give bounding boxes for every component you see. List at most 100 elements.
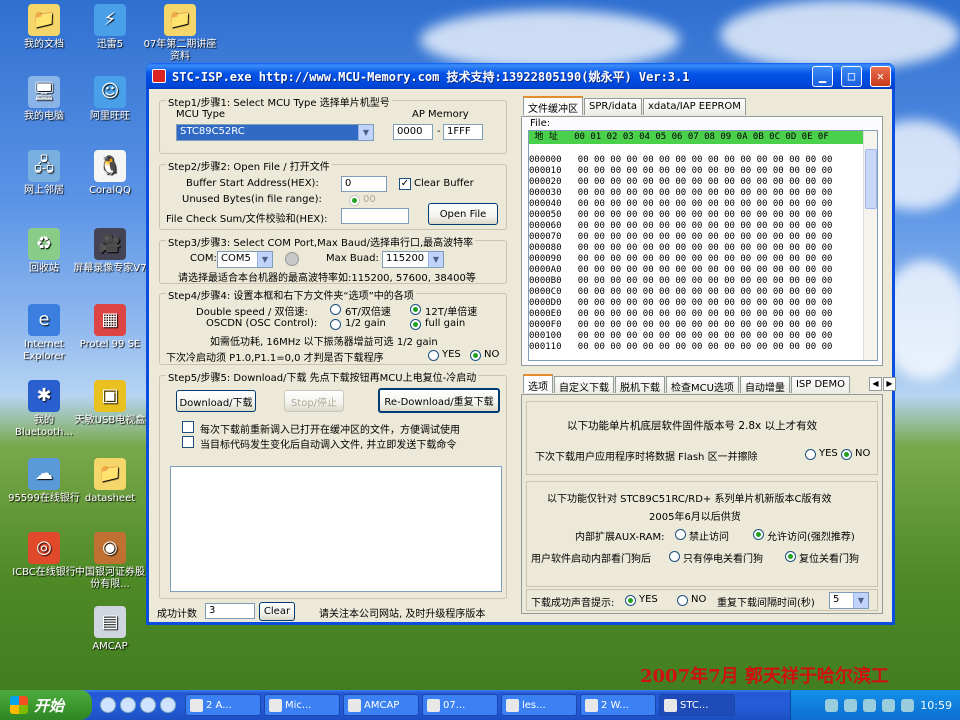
desktop-app-icon: 📁 <box>94 458 126 490</box>
watchdog-reset-label: 复位关看门狗 <box>799 554 859 565</box>
tab-scroll-right-icon[interactable]: ▶ <box>883 377 896 391</box>
log-textarea[interactable] <box>170 466 502 592</box>
tray-icon[interactable] <box>844 698 858 712</box>
osc-half-gain-radio[interactable] <box>330 319 341 330</box>
chevron-down-icon[interactable]: ▼ <box>257 252 272 267</box>
taskbar-button[interactable]: 2 W... <box>580 694 656 716</box>
close-button[interactable]: ✕ <box>870 65 891 87</box>
desktop-icon[interactable]: 🖥 我的电脑 <box>6 76 82 123</box>
speed-6t-radio[interactable] <box>330 304 341 315</box>
tab-item[interactable]: 检查MCU选项 <box>666 376 739 394</box>
tab-item[interactable]: 脱机下载 <box>615 376 665 394</box>
auxram-disable-radio[interactable] <box>675 529 686 540</box>
maximize-button[interactable]: □ <box>841 65 862 87</box>
desktop-icon[interactable]: ⚡ 迅雷5 <box>72 4 148 51</box>
auxram-enable-radio[interactable] <box>753 529 764 540</box>
clear-buffer-checkbox[interactable]: ✓ <box>399 178 411 190</box>
cold-start-yes-radio[interactable] <box>428 350 439 361</box>
erase-no-radio[interactable] <box>841 449 852 460</box>
speed-12t-radio[interactable] <box>410 304 421 315</box>
open-file-button[interactable]: Open File <box>428 203 498 225</box>
sound-yes-radio[interactable] <box>625 595 636 606</box>
max-baud-select[interactable]: 115200 ▼ <box>382 251 444 268</box>
tab-item[interactable]: 自定义下载 <box>554 376 614 394</box>
hex-grid[interactable]: 地 址 00 01 02 03 04 05 06 07 08 09 0A 0B … <box>528 130 878 361</box>
step5-group: Step5/步骤5: Download/下载 先点下载按钮再MCU上电复位-冷启… <box>159 369 507 599</box>
chevron-down-icon[interactable]: ▼ <box>358 125 373 140</box>
watchdog-poweroff-radio[interactable] <box>669 551 680 562</box>
tab-item[interactable]: 选项 <box>523 374 553 393</box>
minimize-button[interactable]: ▁ <box>812 65 833 87</box>
tray-icon[interactable] <box>901 698 915 712</box>
chevron-down-icon[interactable]: ▼ <box>853 593 868 608</box>
mcu-type-value: STC89C52RC <box>180 126 245 137</box>
desktop-icon[interactable]: ♻ 回收站 <box>6 228 82 275</box>
erase-yes-radio[interactable] <box>805 449 816 460</box>
desktop-icon[interactable]: 📁 07年第二期讲座资料 <box>142 4 218 63</box>
title-bar[interactable]: STC-ISP.exe http://www.MCU-Memory.com 技术… <box>146 63 895 89</box>
desktop-icon[interactable]: ✱ 我的Bluetooth... <box>6 380 82 439</box>
taskbar-button-label: Mic... <box>285 699 312 711</box>
options-panel: 以下功能单片机底层软件固件版本号 2.8x 以上才有效 下次下载用户应用程序时将… <box>521 394 883 614</box>
clock[interactable]: 10:59 <box>920 699 952 712</box>
desktop-icon[interactable]: ▤ AMCAP <box>72 606 148 653</box>
redownload-button[interactable]: Re-Download/重复下载 <box>378 388 500 413</box>
interval-select[interactable]: 5 ▼ <box>829 592 869 609</box>
start-button[interactable]: 开始 <box>0 690 92 720</box>
stop-button[interactable]: Stop/停止 <box>284 390 344 412</box>
taskbar-button[interactable]: 07... <box>422 694 498 716</box>
hex-row-cells: 00 00 00 00 00 00 00 00 00 00 00 00 00 0… <box>577 298 833 308</box>
desktop-icon[interactable]: ▣ 天敏USB电视盒 <box>72 380 148 427</box>
buffer-start-input[interactable]: 0 <box>341 176 387 192</box>
desktop-icon[interactable]: ◎ ICBC在线银行 <box>6 532 82 579</box>
auto-reload-checkbox[interactable] <box>182 436 194 448</box>
desktop-icon[interactable]: ☁ 95599在线银行 <box>6 458 82 505</box>
watchdog-reset-radio[interactable] <box>785 551 796 562</box>
tab-scroll-left-icon[interactable]: ◀ <box>869 377 882 391</box>
taskbar-button[interactable]: STC... <box>659 694 735 716</box>
download-button[interactable]: Download/下载 <box>176 390 256 412</box>
hex-row: 0000B0 00 00 00 00 00 00 00 00 00 00 00 … <box>529 276 832 287</box>
desktop-icon[interactable]: 🎥 屏幕录像专家V7 <box>72 228 148 275</box>
desktop-icon[interactable]: e Internet Explorer <box>6 304 82 363</box>
unused-bytes-radio[interactable] <box>349 195 360 206</box>
desktop-icon[interactable]: 📁 datasheet <box>72 458 148 505</box>
taskbar-button[interactable]: 2 A... <box>185 694 261 716</box>
cold-start-no-radio[interactable] <box>470 350 481 361</box>
desktop-icon[interactable]: 🖧 网上邻居 <box>6 150 82 197</box>
desktop-icon[interactable]: ☺ 阿里旺旺 <box>72 76 148 123</box>
desktop-icon-label: 阿里旺旺 <box>90 111 130 122</box>
tab-item[interactable]: 文件缓冲区 <box>523 96 583 115</box>
desktop-icon[interactable]: 📁 我的文档 <box>6 4 82 51</box>
success-count-field: 3 <box>205 603 255 619</box>
quick-launch-icon[interactable] <box>160 697 176 713</box>
tray-icon[interactable] <box>882 698 896 712</box>
tab-item[interactable]: SPR/idata <box>584 98 642 115</box>
scroll-thumb[interactable] <box>865 149 877 209</box>
tab-item[interactable]: xdata/IAP EEPROM <box>643 98 746 115</box>
taskbar-button[interactable]: les... <box>501 694 577 716</box>
tab-item[interactable]: ISP DEMO <box>790 376 850 393</box>
tray-icon[interactable] <box>825 698 839 712</box>
hex-row: 0000E0 00 00 00 00 00 00 00 00 00 00 00 … <box>529 309 832 320</box>
tab-item[interactable]: 自动增量 <box>739 376 790 394</box>
mcu-type-select[interactable]: STC89C52RC ▼ <box>176 124 374 141</box>
quick-launch-icon[interactable] <box>100 697 116 713</box>
desktop-icon[interactable]: 🐧 CoralQQ <box>72 150 148 197</box>
taskbar-button[interactable]: Mic... <box>264 694 340 716</box>
tray-icon[interactable] <box>863 698 877 712</box>
taskbar-button[interactable]: AMCAP <box>343 694 419 716</box>
hex-row-address: 0000E0 <box>529 309 562 319</box>
quick-launch-icon[interactable] <box>140 697 156 713</box>
hex-scrollbar[interactable] <box>863 131 877 360</box>
taskbar: 开始 2 A... Mic... AMCAP 07... les... 2 W... STC… <box>0 690 960 720</box>
reload-before-download-checkbox[interactable] <box>182 421 194 433</box>
com-port-select[interactable]: COM5 ▼ <box>217 251 273 268</box>
clear-count-button[interactable]: Clear <box>259 602 295 621</box>
osc-full-gain-radio[interactable] <box>410 319 421 330</box>
sound-no-radio[interactable] <box>677 595 688 606</box>
quick-launch-icon[interactable] <box>120 697 136 713</box>
desktop-icon[interactable]: ▦ Protel 99 SE <box>72 304 148 351</box>
chevron-down-icon[interactable]: ▼ <box>428 252 443 267</box>
desktop-icon[interactable]: ◉ 中国银河证券股份有限... <box>72 532 148 591</box>
